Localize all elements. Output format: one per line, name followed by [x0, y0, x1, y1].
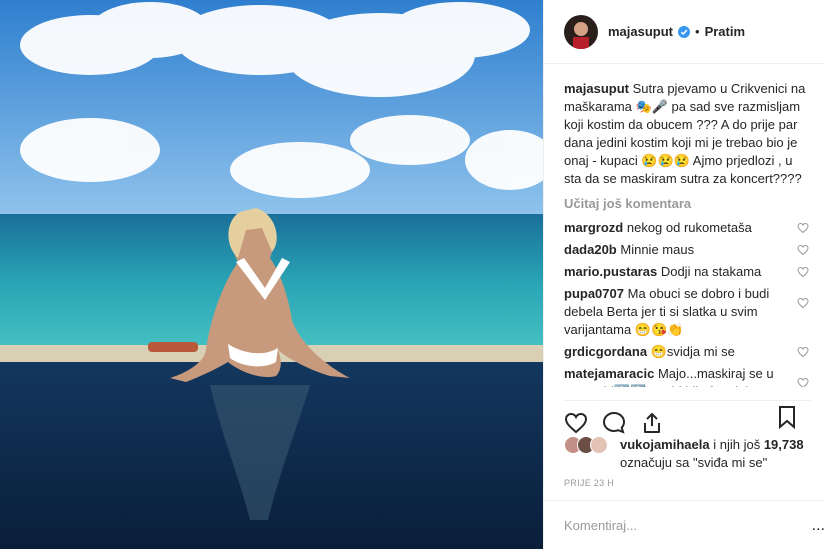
comment-username[interactable]: pupa0707 — [564, 286, 624, 301]
instagram-post-view: majasuput • Pratim majasuput Sutra pjeva… — [0, 0, 825, 549]
comment-username[interactable]: grdicgordana — [564, 344, 647, 359]
comment-username[interactable]: dada20b — [564, 242, 617, 257]
comment-like-icon[interactable] — [797, 244, 809, 256]
author-avatar[interactable] — [564, 14, 598, 49]
comment-item: margrozd nekog od rukometaša — [564, 219, 811, 237]
comment-item: pupa0707 Ma obuci se dobro i budi debela… — [564, 285, 811, 339]
load-more-comments[interactable]: Učitaj još komentara — [564, 196, 811, 211]
likes-text: vukojamihaela i njih još 19,738 označuju… — [620, 436, 804, 472]
comment-like-icon[interactable] — [797, 346, 809, 358]
likes-suffix: označuju sa "sviđa mi se" — [620, 455, 768, 470]
comment-item: matejamaracic Majo...maskiraj se u super… — [564, 365, 811, 387]
comment-input[interactable]: Komentiraj... — [564, 518, 637, 533]
comment-like-icon[interactable] — [797, 377, 809, 387]
comment-like-icon[interactable] — [797, 222, 809, 234]
separator-dot: • — [695, 24, 700, 39]
heart-icon[interactable] — [564, 411, 588, 435]
liker-avatar — [590, 436, 608, 454]
comment-username[interactable]: matejamaracic — [564, 366, 654, 381]
post-photo[interactable] — [0, 0, 543, 549]
more-options-icon[interactable]: ... — [812, 517, 825, 535]
likes-mid: i njih još — [713, 437, 761, 452]
post-actions — [564, 400, 811, 439]
post-header: majasuput • Pratim — [544, 0, 825, 64]
post-sidebar: majasuput • Pratim majasuput Sutra pjeva… — [543, 0, 825, 549]
comment-item: dada20b Minnie maus — [564, 241, 811, 259]
comment-item: mario.pustaras Dodji na stakama — [564, 263, 811, 281]
likes-username[interactable]: vukojamihaela — [620, 437, 710, 452]
comment-text: Minnie maus — [620, 242, 695, 257]
caption-username[interactable]: majasuput — [564, 81, 629, 96]
share-icon[interactable] — [640, 411, 664, 435]
comment-username[interactable]: margrozd — [564, 220, 623, 235]
likes-count[interactable]: 19,738 — [764, 437, 804, 452]
comment-username[interactable]: mario.pustaras — [564, 264, 657, 279]
avatar-image — [564, 14, 598, 49]
post-caption: majasuput Sutra pjevamo u Crikvenici na … — [564, 80, 811, 188]
liker-avatars[interactable] — [564, 436, 612, 454]
comment-item: grdicgordana 😁svidja mi se — [564, 343, 811, 361]
likes-summary: vukojamihaela i njih još 19,738 označuju… — [564, 436, 811, 472]
add-comment-bar[interactable]: Komentiraj... ... — [544, 500, 825, 549]
post-timestamp[interactable]: PRIJE 23 H — [564, 478, 614, 488]
verified-icon — [678, 25, 691, 38]
comment-text: Dodji na stakama — [660, 264, 762, 279]
comment-like-icon[interactable] — [797, 297, 809, 309]
comment-icon[interactable] — [602, 411, 626, 435]
comment-like-icon[interactable] — [797, 266, 809, 278]
beach-pool-image — [0, 0, 543, 549]
comment-text: 😁svidja mi se — [650, 344, 735, 359]
follow-button[interactable]: Pratim — [705, 24, 745, 39]
author-username[interactable]: majasuput — [608, 24, 673, 39]
comments-list: majasuput Sutra pjevamo u Crikvenici na … — [544, 64, 825, 387]
comment-text: nekog od rukometaša — [626, 220, 752, 235]
bookmark-icon[interactable] — [777, 405, 797, 429]
caption-text: Sutra pjevamo u Crikvenici na maškarama … — [564, 81, 806, 186]
